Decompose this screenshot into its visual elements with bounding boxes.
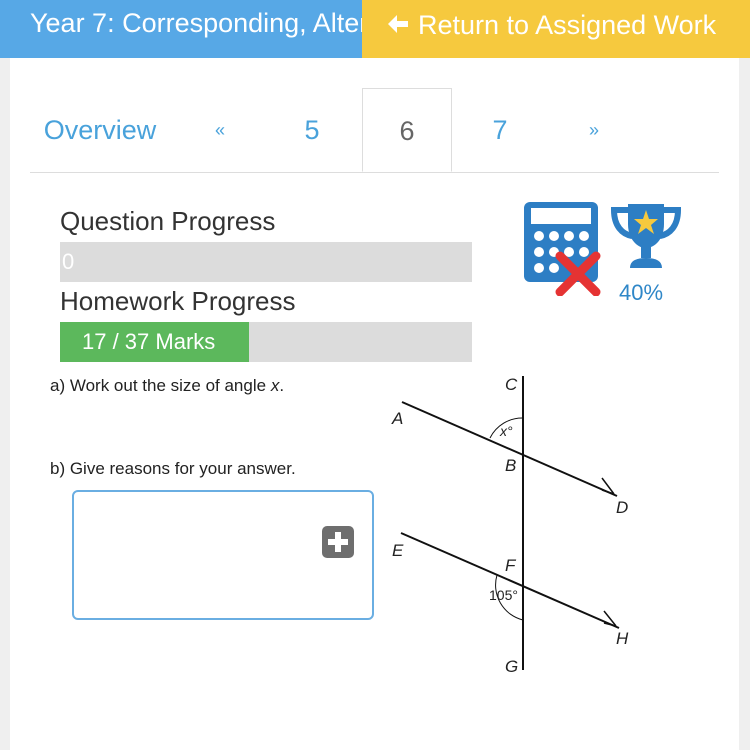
angle-105-label: 105°	[489, 587, 518, 603]
line-eh	[400, 532, 620, 629]
tab-previous[interactable]: «	[180, 88, 260, 172]
page-title: Year 7: Corresponding, Alternate and Int…	[0, 0, 362, 58]
label-b: B	[505, 456, 516, 475]
question-card: Overview « 5 6 7 » Question Progress 0 H…	[10, 58, 739, 750]
parallel-arrow-ad	[601, 477, 615, 495]
answer-input[interactable]	[72, 490, 374, 620]
homework-progress-bar: 17 / 37 Marks	[60, 322, 472, 362]
tab-5[interactable]: 5	[272, 88, 352, 172]
angle-x-arc	[489, 417, 524, 439]
question-progress-bar: 0	[60, 242, 472, 282]
trophy-percent: 40%	[619, 280, 664, 305]
tab-next[interactable]: »	[554, 88, 634, 172]
arrow-left-icon	[386, 2, 410, 52]
angle-105-arc	[495, 574, 524, 621]
label-f: F	[505, 556, 517, 575]
line-ad	[401, 401, 618, 497]
label-a: A	[391, 409, 403, 428]
plus-icon	[328, 532, 348, 552]
parallel-arrow-eh	[603, 610, 617, 627]
part-a-text: a) Work out the size of angle	[50, 376, 271, 395]
tab-6[interactable]: 6	[362, 88, 452, 172]
trophy-icon	[608, 200, 684, 277]
homework-progress-value: 17 / 37 Marks	[82, 329, 216, 354]
top-bar: Year 7: Corresponding, Alternate and Int…	[0, 0, 750, 58]
label-g: G	[505, 657, 518, 676]
homework-progress-label: Homework Progress	[60, 286, 296, 316]
tab-7[interactable]: 7	[460, 88, 540, 172]
tab-overview[interactable]: Overview	[30, 88, 170, 172]
calculator-not-allowed-icon	[522, 200, 602, 301]
question-part-a: a) Work out the size of angle x.	[50, 376, 284, 396]
add-working-button[interactable]	[322, 526, 354, 558]
label-h: H	[616, 629, 629, 648]
return-label: Return to Assigned Work	[418, 10, 717, 40]
label-e: E	[392, 541, 404, 560]
question-part-b: b) Give reasons for your answer.	[50, 459, 296, 478]
question-tabs: Overview « 5 6 7 »	[30, 88, 719, 173]
question-progress-label: Question Progress	[60, 206, 276, 236]
part-a-suffix: .	[279, 376, 285, 395]
label-c: C	[505, 375, 518, 394]
return-to-assigned-work-button[interactable]: Return to Assigned Work	[362, 0, 750, 58]
label-d: D	[616, 498, 628, 517]
angle-x-label: x°	[499, 423, 513, 439]
question-progress-value: 0	[62, 249, 75, 274]
